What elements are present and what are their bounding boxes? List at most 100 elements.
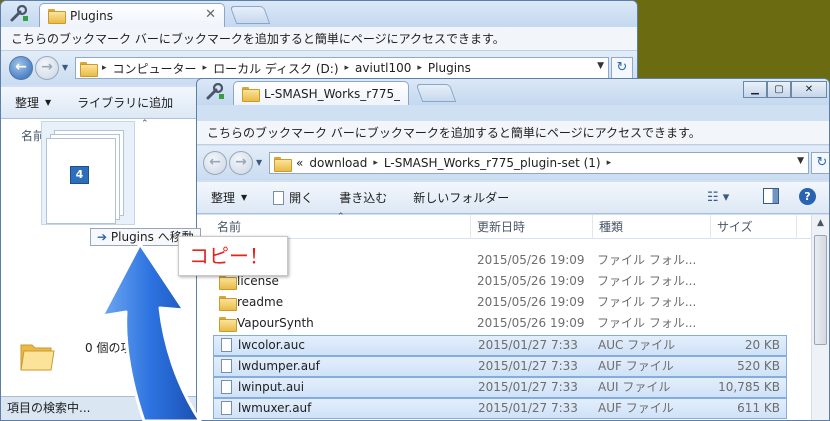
table-row[interactable]: 2015/05/26 19:09 ファイル フォル... (213, 251, 787, 272)
new-tab-button[interactable] (415, 84, 457, 102)
file-date: 2015/05/26 19:09 (477, 274, 585, 288)
back-button[interactable]: ← (203, 151, 227, 175)
file-type: ファイル フォル... (597, 316, 697, 330)
help-icon[interactable]: ? (799, 188, 816, 205)
folder-icon (219, 275, 237, 290)
file-size: 20 KB (744, 338, 780, 352)
column-header-type[interactable]: 種類 (593, 215, 711, 239)
breadcrumb[interactable]: « download ▸ L-SMASH_Works_r775_plugin-s… (269, 152, 809, 174)
view-options-icon[interactable]: ☷ ▾ (707, 190, 729, 205)
folder-icon (80, 61, 98, 77)
column-header-date[interactable]: 更新日時 (471, 215, 593, 239)
tab-plugins[interactable]: Plugins ✕ (39, 3, 225, 27)
file-name: lwcolor.auc (238, 338, 305, 352)
command-bar: 整理 ▼ 開く 書き込む 新しいフォルダー ☷ ▾ ? (197, 182, 829, 214)
file-type: ファイル フォル... (597, 253, 697, 267)
table-row[interactable]: VapourSynth 2015/05/26 19:09 ファイル フォル... (213, 314, 787, 335)
tab-lsmash[interactable]: L-SMASH_Works_r775_ (233, 81, 409, 105)
file-type: ファイル フォル... (597, 295, 697, 309)
folder-icon (219, 317, 237, 332)
history-dropdown-icon[interactable]: ▼ (256, 158, 262, 167)
address-bar: ← → ▼ « download ▸ L-SMASH_Works_r775_pl… (197, 146, 829, 180)
breadcrumb-item[interactable]: コンピューター (113, 60, 197, 77)
folder-icon (242, 87, 260, 102)
file-name: lwmuxer.auf (238, 401, 312, 415)
file-date: 2015/05/26 19:09 (477, 253, 585, 267)
column-headers: ⌃ 名前 更新日時 種類 サイズ (197, 212, 811, 239)
tab-title: L-SMASH_Works_r775_ (264, 86, 401, 101)
chevron-down-icon: ▼ (241, 193, 248, 202)
file-icon (221, 380, 232, 394)
explorer-window-lsmash: L-SMASH_Works_r775_ ▁ ▢ ✕ こちらのブックマーク バーに… (196, 78, 830, 421)
table-row[interactable]: lwinput.aui 2015/01/27 7:33 AUI ファイル 10,… (213, 377, 787, 398)
forward-button[interactable]: → (35, 56, 59, 80)
tab-title: Plugins (70, 8, 113, 23)
copy-annotation: コピー！ (178, 236, 288, 276)
scroll-up-icon[interactable]: ▲ (812, 215, 829, 232)
file-icon (221, 338, 232, 352)
new-tab-button[interactable] (229, 6, 271, 24)
new-folder-button[interactable]: 新しいフォルダー (413, 189, 509, 206)
file-size: 611 KB (737, 401, 780, 415)
bookmark-bar: こちらのブックマーク バーにブックマークを追加すると簡単にページにアクセスできま… (1, 27, 637, 51)
history-dropdown-icon[interactable]: ▼ (62, 63, 68, 72)
breadcrumb-item[interactable]: Plugins (428, 61, 471, 75)
chevron-down-icon: ▼ (45, 98, 52, 107)
file-date: 2015/01/27 7:33 (478, 380, 578, 394)
table-row[interactable]: readme 2015/05/26 19:09 ファイル フォル... (213, 293, 787, 314)
breadcrumb-item[interactable]: L-SMASH_Works_r775_plugin-set (1) (384, 156, 601, 170)
drag-preview: 4 (41, 121, 135, 225)
file-type: AUI ファイル (598, 380, 671, 394)
organize-button[interactable]: 整理 ▼ (15, 94, 51, 111)
table-row[interactable]: lwmuxer.auf 2015/01/27 7:33 AUF ファイル 611… (213, 398, 787, 419)
scrollbar-thumb[interactable] (814, 235, 827, 345)
close-button[interactable]: ✕ (791, 81, 827, 98)
minimize-button[interactable]: ▁ (743, 81, 767, 98)
write-button[interactable]: 書き込む (339, 189, 387, 206)
tab-strip: L-SMASH_Works_r775_ ▁ ▢ ✕ (197, 79, 829, 105)
add-to-library-button[interactable]: ライブラリに追加 (77, 94, 173, 111)
bookmark-bar: こちらのブックマーク バーにブックマークを追加すると簡単にページにアクセスできま… (197, 121, 829, 145)
file-size: 520 KB (737, 359, 780, 373)
file-icon (221, 401, 232, 415)
breadcrumb-overflow[interactable]: « (296, 156, 303, 170)
folder-icon (20, 344, 55, 371)
close-tab-icon[interactable]: ✕ (205, 7, 216, 22)
file-icon (273, 190, 285, 205)
vertical-scrollbar[interactable]: ▲ (811, 215, 829, 420)
back-button[interactable]: ← (9, 56, 33, 80)
breadcrumb[interactable]: ▸ コンピューター ▸ ローカル ディスク (D:) ▸ aviutl100 ▸… (75, 57, 609, 79)
wrench-icon[interactable] (205, 83, 225, 101)
chevron-down-icon[interactable]: ▼ (797, 156, 804, 166)
table-row[interactable]: lwcolor.auc 2015/01/27 7:33 AUC ファイル 20 … (213, 335, 787, 356)
forward-button[interactable]: → (229, 151, 253, 175)
breadcrumb-item[interactable]: ローカル ディスク (D:) (213, 60, 338, 77)
open-button[interactable]: 開く (273, 189, 313, 206)
folder-icon (274, 156, 292, 172)
file-name: VapourSynth (237, 316, 314, 330)
table-row[interactable]: lwdumper.auf 2015/01/27 7:33 AUF ファイル 52… (213, 356, 787, 377)
file-name: lwdumper.auf (238, 359, 320, 373)
breadcrumb-item[interactable]: download (309, 156, 367, 170)
folder-icon (219, 296, 237, 311)
breadcrumb-item[interactable]: aviutl100 (355, 61, 411, 75)
file-name: readme (237, 295, 284, 309)
organize-button[interactable]: 整理 ▼ (211, 189, 247, 206)
file-icon (221, 359, 232, 373)
file-date: 2015/01/27 7:33 (478, 401, 578, 415)
preview-pane-icon[interactable] (763, 188, 779, 204)
refresh-icon[interactable]: ↻ (811, 152, 829, 174)
file-type: AUF ファイル (598, 401, 674, 415)
file-list[interactable]: ⌃ 名前 更新日時 種類 サイズ 2015/05/26 19:09 ファイル フ… (197, 212, 829, 420)
file-type: AUC ファイル (598, 338, 676, 352)
file-name: lwinput.aui (238, 380, 305, 394)
folder-icon (48, 9, 66, 24)
maximize-button[interactable]: ▢ (767, 81, 791, 98)
chevron-down-icon[interactable]: ▼ (597, 61, 604, 71)
wrench-icon[interactable] (9, 5, 29, 23)
table-row[interactable]: license 2015/05/26 19:09 ファイル フォル... (213, 272, 787, 293)
refresh-icon[interactable]: ↻ (611, 57, 633, 79)
column-header-size[interactable]: サイズ (711, 215, 797, 239)
sort-arrow-icon: ⌃ (141, 119, 149, 129)
file-date: 2015/05/26 19:09 (477, 295, 585, 309)
